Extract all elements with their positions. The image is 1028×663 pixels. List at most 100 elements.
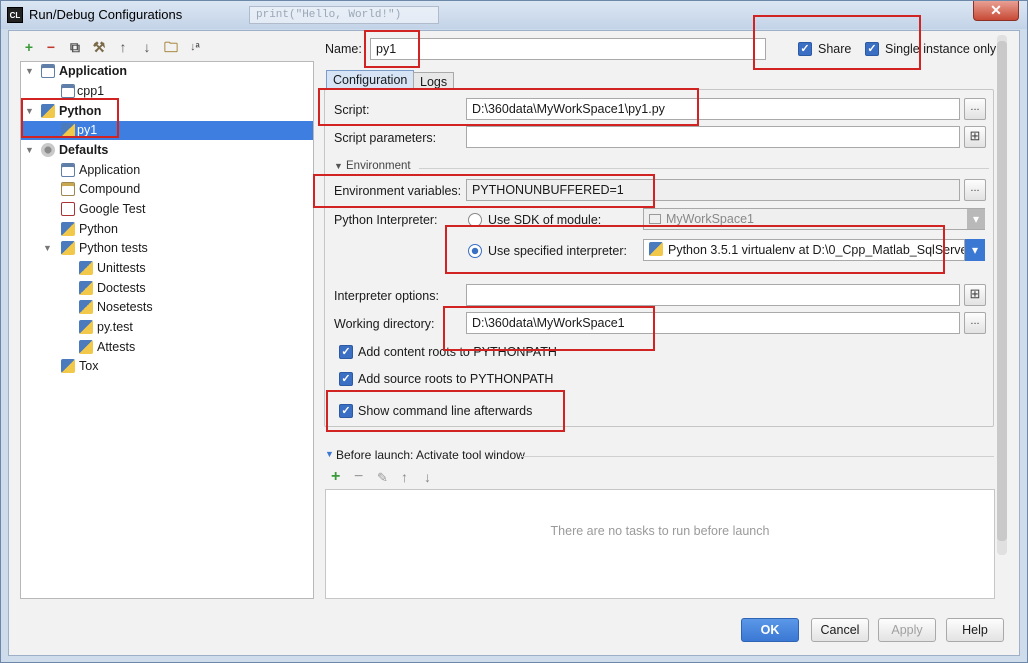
tree-node-unittests[interactable]: Unittests [21,259,313,278]
working-directory-browse-button[interactable]: ... [964,312,986,334]
interpreter-label: Python Interpreter: [334,213,438,227]
script-browse-button[interactable]: ... [964,98,986,120]
before-launch-task-list[interactable]: There are no tasks to run before launch [325,489,995,599]
defaults-wrench-icon [41,143,55,157]
tree-node-py1[interactable]: py1 [21,121,313,140]
help-button[interactable]: Help [946,618,1004,642]
ok-button[interactable]: OK [741,618,799,642]
env-vars-field[interactable]: PYTHONUNBUFFERED=1 [466,179,960,201]
tree-node-label: Compound [79,182,141,196]
env-vars-label: Environment variables: [334,184,462,198]
compound-icon [61,182,75,196]
add-task-icon[interactable]: + [331,468,340,486]
interpreter-options-label: Interpreter options: [334,289,439,303]
tab-logs[interactable]: Logs [413,72,455,90]
expand-parameters-icon[interactable]: ⊞ [964,126,986,148]
tree-node-defaults[interactable]: ▼ Defaults [21,141,313,160]
move-task-down-icon[interactable]: ↓ [424,469,431,485]
share-label: Share [818,42,852,56]
use-sdk-radio[interactable] [468,213,482,227]
environment-section-title: Environment [346,160,411,172]
python-icon [41,104,55,118]
add-source-roots-checkbox[interactable]: ✓ [339,372,353,386]
expand-options-icon[interactable]: ⊞ [964,284,986,306]
title-bar[interactable]: CL Run/Debug Configurations print("Hello… [1,1,1027,29]
tree-node-label: Defaults [59,143,109,157]
vertical-scrollbar-thumb[interactable] [997,41,1007,541]
tree-node-label: Python tests [79,241,148,255]
tree-node-default-application[interactable]: Application [21,161,313,180]
copy-icon[interactable]: ⧉ [65,37,85,57]
splitter-handle[interactable] [314,61,322,599]
tree-node-attests[interactable]: Attests [21,338,313,357]
dialog-body: + − ⧉ ⚒ ↑ ↓ 🗀 ↓ᵃ ▼ Application cpp1 ▼ Py… [8,30,1020,656]
add-source-roots-label: Add source roots to PYTHONPATH [358,372,554,386]
tree-node-doctests[interactable]: Doctests [21,279,313,298]
script-parameters-field[interactable] [466,126,960,148]
module-folder-icon [649,214,661,224]
tree-node-python-tests[interactable]: ▼ Python tests [21,239,313,258]
collapse-triangle-icon[interactable]: ▼ [25,141,35,160]
tree-node-pytest[interactable]: py.test [21,318,313,337]
name-label: Name: [325,42,362,56]
cancel-button[interactable]: Cancel [811,618,869,642]
remove-icon[interactable]: − [41,37,61,57]
sdk-dropdown-arrow-icon[interactable]: ▾ [967,209,985,229]
before-launch-collapse-icon[interactable]: ▼ [325,449,334,459]
python-icon [79,281,93,295]
interpreter-options-field[interactable] [466,284,960,306]
add-icon[interactable]: + [19,37,39,57]
tree-node-label: Python [59,104,102,118]
tree-node-compound[interactable]: Compound [21,180,313,199]
apply-button[interactable]: Apply [878,618,936,642]
script-path-field[interactable]: D:\360data\MyWorkSpace1\py1.py [466,98,960,120]
edit-task-icon[interactable]: ✎ [377,470,388,486]
sort-icon[interactable]: ↓ᵃ [185,37,205,57]
show-command-line-checkbox[interactable]: ✓ [339,404,353,418]
tree-node-tox[interactable]: Tox [21,357,313,376]
tree-node-default-python[interactable]: Python [21,220,313,239]
configuration-tree[interactable]: ▼ Application cpp1 ▼ Python py1 ▼ Defaul… [20,61,314,599]
tab-configuration[interactable]: Configuration [326,70,415,90]
remove-task-icon[interactable]: − [354,468,363,486]
script-label: Script: [334,103,370,117]
tree-node-label: py1 [77,123,98,137]
tree-node-nosetests[interactable]: Nosetests [21,298,313,317]
use-specified-interpreter-radio[interactable] [468,244,482,258]
move-up-icon[interactable]: ↑ [113,37,133,57]
tree-node-cpp1[interactable]: cpp1 [21,82,313,101]
working-directory-field[interactable]: D:\360data\MyWorkSpace1 [466,312,960,334]
tree-node-label: Doctests [97,281,146,295]
close-button[interactable]: ✕ [973,1,1019,21]
folder-icon[interactable]: 🗀 [161,37,181,57]
background-code-ghost: print("Hello, World!") [249,6,439,24]
env-vars-browse-button[interactable]: ... [964,179,986,201]
clion-app-icon: CL [7,7,23,23]
tree-node-label: Unittests [97,261,146,275]
add-content-roots-checkbox[interactable]: ✓ [339,345,353,359]
single-instance-checkbox[interactable]: ✓ [865,42,879,56]
move-task-up-icon[interactable]: ↑ [401,469,408,485]
interpreter-select[interactable]: Python 3.5.1 virtualenv at D:\0_Cpp_Matl… [643,239,965,261]
tree-node-python[interactable]: ▼ Python [21,102,313,121]
environment-collapse-icon[interactable]: ▼ [334,161,343,171]
tree-node-label: py.test [97,320,133,334]
python-icon [61,241,75,255]
name-field[interactable]: py1 [370,38,766,60]
collapse-triangle-icon[interactable]: ▼ [43,239,53,258]
application-icon [61,84,75,98]
interpreter-dropdown-arrow-icon[interactable]: ▾ [965,239,985,261]
sdk-module-select[interactable]: MyWorkSpace1 [643,208,985,230]
python-icon [79,340,93,354]
collapse-triangle-icon[interactable]: ▼ [25,62,35,81]
tree-node-label: Tox [79,359,99,373]
move-down-icon[interactable]: ↓ [137,37,157,57]
script-parameters-label: Script parameters: [334,131,437,145]
tree-node-label: Application [79,163,141,177]
google-test-icon [61,202,75,216]
collapse-triangle-icon[interactable]: ▼ [25,102,35,121]
tree-node-google-test[interactable]: Google Test [21,200,313,219]
tree-node-application[interactable]: ▼ Application [21,62,313,81]
share-checkbox[interactable]: ✓ [798,42,812,56]
edit-defaults-icon[interactable]: ⚒ [89,37,109,57]
